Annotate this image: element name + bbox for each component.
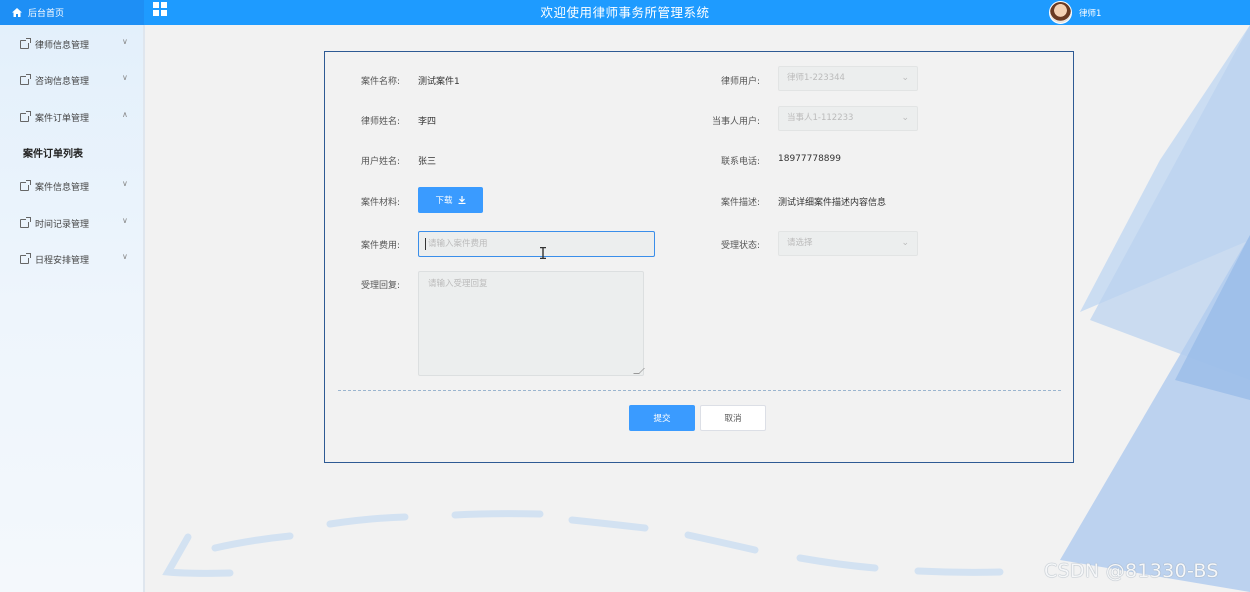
lawyer-name-value: 李四 <box>418 117 437 127</box>
phone-value: 18977778899 <box>778 154 841 164</box>
case-name-value: 测试案件1 <box>418 77 460 87</box>
chevron-down-icon: ⌄ <box>901 238 909 248</box>
user-menu[interactable]: 律师1 <box>1049 0 1101 25</box>
sidebar: 律师信息管理 ∨ 咨询信息管理 ∨ 案件订单管理 ∧ 案件订单列表 案件信息管理… <box>0 25 145 592</box>
fee-input[interactable]: 请输入案件费用 <box>418 231 655 257</box>
sidebar-item-time-record[interactable]: 时间记录管理 ∨ <box>0 211 143 235</box>
chevron-down-icon: ∨ <box>122 37 128 46</box>
reply-placeholder: 请输入受理回复 <box>428 279 488 289</box>
chevron-up-icon: ∧ <box>122 110 128 119</box>
lawyer-user-select[interactable]: 律师1-223344 ⌄ <box>778 66 918 91</box>
reply-label: 受理回复: <box>360 281 400 291</box>
submit-button[interactable]: 提交 <box>629 405 695 431</box>
desc-value: 测试详细案件描述内容信息 <box>778 198 887 208</box>
chevron-down-icon: ⌄ <box>901 73 909 83</box>
chevron-down-icon: ⌄ <box>901 113 909 123</box>
edit-icon <box>20 252 31 264</box>
phone-label: 联系电话: <box>720 157 760 167</box>
sidebar-item-label: 时间记录管理 <box>35 219 90 230</box>
edit-icon <box>20 179 31 191</box>
status-select[interactable]: 请选择 ⌄ <box>778 231 918 256</box>
chevron-down-icon: ∨ <box>122 179 128 188</box>
text-cursor-icon <box>540 247 546 259</box>
sidebar-item-label: 律师信息管理 <box>35 40 90 51</box>
user-name-value: 张三 <box>418 157 437 167</box>
material-label: 案件材料: <box>360 198 400 208</box>
resize-handle-icon[interactable] <box>633 368 645 374</box>
chevron-down-icon: ∨ <box>122 73 128 82</box>
sidebar-subitem-case-order-list[interactable]: 案件订单列表 <box>23 145 83 160</box>
form-divider <box>338 390 1061 391</box>
chevron-down-icon: ∨ <box>122 252 128 261</box>
reply-textarea[interactable]: 请输入受理回复 <box>418 271 645 376</box>
avatar[interactable] <box>1049 1 1072 24</box>
download-label: 下载 <box>435 196 453 206</box>
edit-icon <box>20 216 31 228</box>
download-icon <box>458 196 465 204</box>
status-placeholder: 请选择 <box>787 238 813 248</box>
sidebar-item-case-info[interactable]: 案件信息管理 ∨ <box>0 174 143 198</box>
edit-icon <box>20 73 31 85</box>
lawyer-user-value: 律师1-223344 <box>787 73 845 83</box>
sidebar-item-label: 咨询信息管理 <box>35 76 90 87</box>
lawyer-user-label: 律师用户: <box>720 77 760 87</box>
user-name-label: 用户姓名: <box>360 157 400 167</box>
watermark: CSDN @81330-BS <box>1044 560 1219 582</box>
download-button[interactable]: 下载 <box>418 187 483 213</box>
case-order-form: 案件名称: 测试案件1 律师用户: 律师1-223344 ⌄ 律师姓名: 李四 … <box>324 51 1074 463</box>
edit-icon <box>20 110 31 122</box>
lawyer-name-label: 律师姓名: <box>360 117 400 127</box>
sidebar-item-lawyer-info[interactable]: 律师信息管理 ∨ <box>0 32 143 56</box>
sidebar-item-consult-info[interactable]: 咨询信息管理 ∨ <box>0 68 143 92</box>
sidebar-item-schedule[interactable]: 日程安排管理 ∨ <box>0 247 143 271</box>
case-name-label: 案件名称: <box>360 77 400 87</box>
sidebar-item-label: 案件订单管理 <box>35 113 90 124</box>
edit-icon <box>20 37 31 49</box>
cancel-button[interactable]: 取消 <box>700 405 766 431</box>
desc-label: 案件描述: <box>720 198 760 208</box>
status-label: 受理状态: <box>720 241 760 251</box>
client-user-select[interactable]: 当事人1-112233 ⌄ <box>778 106 918 131</box>
fee-label: 案件费用: <box>360 241 400 251</box>
user-name: 律师1 <box>1079 8 1102 19</box>
sidebar-item-label: 日程安排管理 <box>35 255 90 266</box>
chevron-down-icon: ∨ <box>122 216 128 225</box>
fee-placeholder: 请输入案件费用 <box>428 239 488 249</box>
client-user-value: 当事人1-112233 <box>787 113 854 123</box>
top-bar: 后台首页 欢迎使用律师事务所管理系统 律师1 <box>0 0 1250 25</box>
sidebar-item-label: 案件信息管理 <box>35 182 90 193</box>
client-user-label: 当事人用户: <box>711 117 760 127</box>
sidebar-item-case-order[interactable]: 案件订单管理 ∧ <box>0 105 143 129</box>
